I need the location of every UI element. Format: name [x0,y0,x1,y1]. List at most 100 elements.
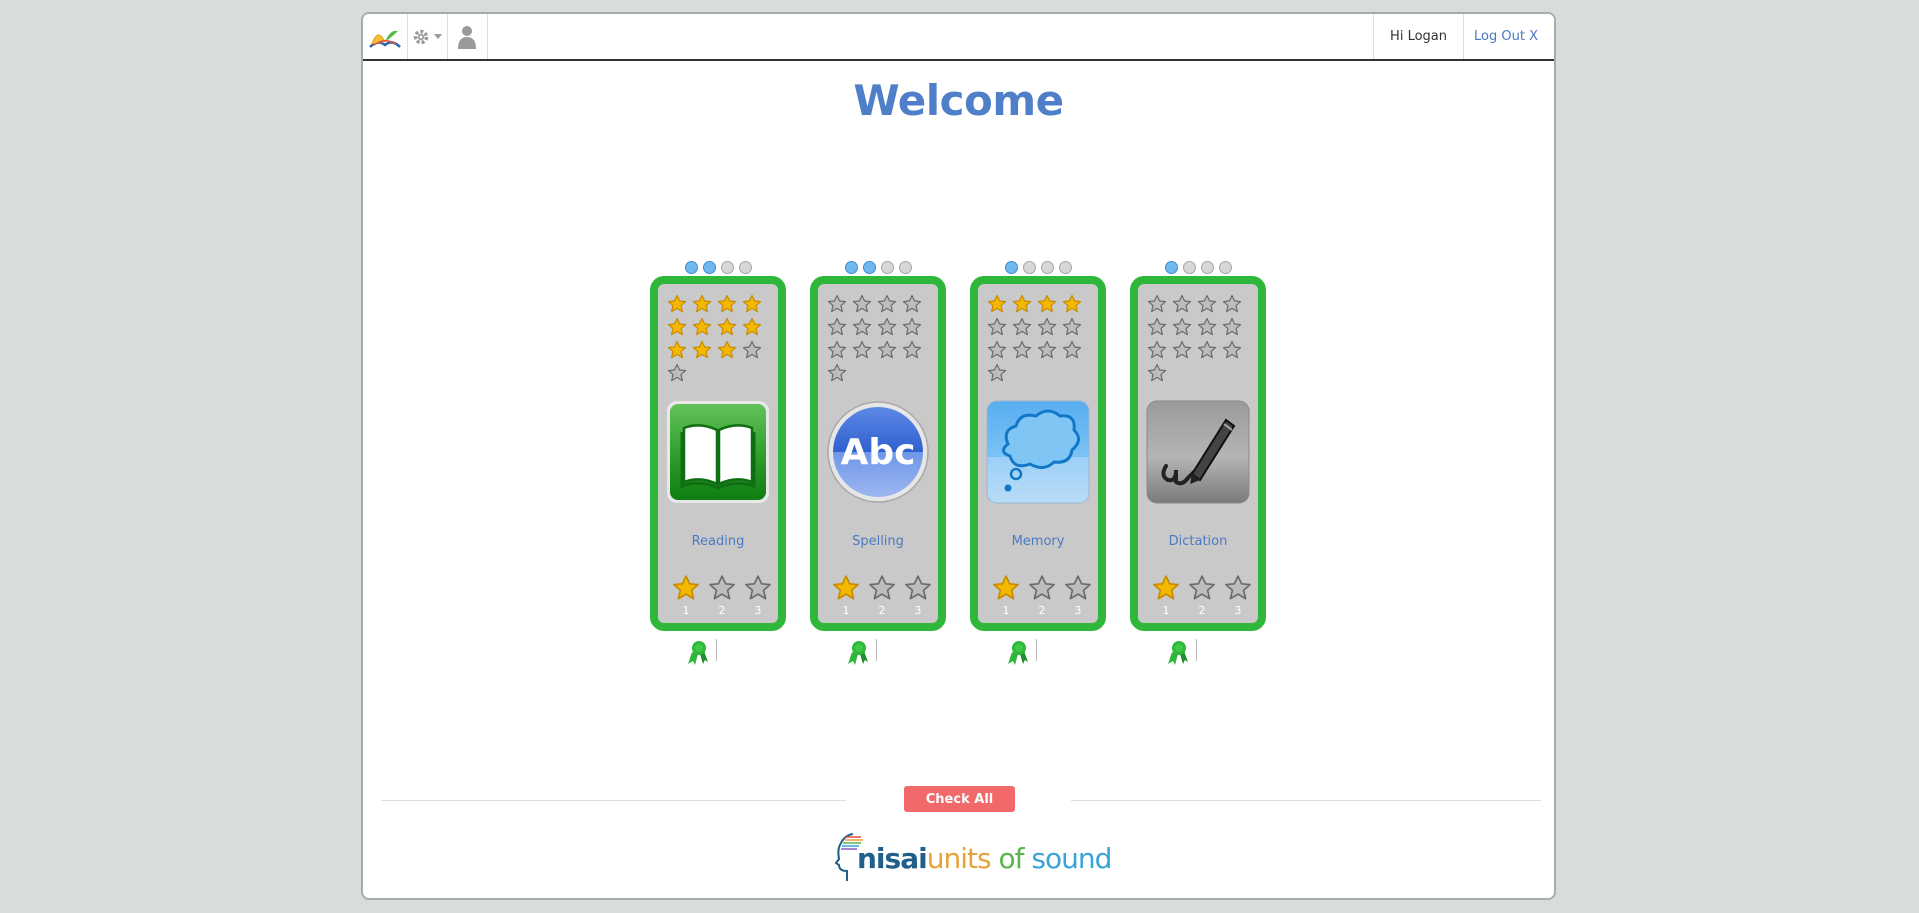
app-logo[interactable] [363,14,408,59]
level-stars: 1 2 3 [1150,574,1254,617]
level-star-empty-icon [745,575,771,600]
level-number: 2 [878,604,886,617]
level-star-empty-icon [1225,575,1251,600]
activity-card-reading[interactable]: Reading 1 2 3 [650,261,786,631]
top-bar: Hi Logan Log Out X [363,14,1554,61]
level-star-empty-icon [709,575,735,600]
level-1[interactable]: 1 [830,574,862,617]
level-1[interactable]: 1 [1150,574,1182,617]
check-all-button[interactable]: Check All [904,786,1015,812]
abc-icon: Abc [827,401,929,503]
activity-label[interactable]: Memory [978,534,1098,549]
star-empty-icon [1197,340,1217,359]
award-ribbon-icon [1168,641,1188,665]
star-filled-icon [1037,294,1057,313]
star-filled-icon [1012,294,1032,313]
book-icon [667,401,769,503]
level-2[interactable]: 2 [1186,574,1218,617]
star-filled-icon [742,317,762,336]
star-empty-icon [877,340,897,359]
award-badge[interactable] [1006,640,1028,666]
level-2[interactable]: 2 [1026,574,1058,617]
level-number: 1 [1162,604,1170,617]
level-3[interactable]: 3 [1222,574,1254,617]
star-empty-icon [877,317,897,336]
stars-grid [987,294,1097,383]
logout-link[interactable]: Log Out X [1458,14,1554,59]
progress-dot [880,261,894,274]
activity-icon[interactable] [1146,400,1250,504]
star-filled-icon [1062,294,1082,313]
level-star-filled-icon [673,575,699,600]
level-star-empty-icon [905,575,931,600]
award-badge[interactable] [1166,640,1188,666]
brand-units: units [926,842,992,875]
activity-label[interactable]: Spelling [818,534,938,549]
brand-logo: nisaiunits of sound [833,829,1112,884]
level-number: 1 [1002,604,1010,617]
progress-dot [1200,261,1214,274]
star-empty-icon [852,340,872,359]
activity-card-dictation[interactable]: Dictation 1 2 3 [1130,261,1266,631]
award-badge[interactable] [686,640,708,666]
star-filled-icon [717,317,737,336]
star-empty-icon [1172,317,1192,336]
level-number: 1 [682,604,690,617]
star-empty-icon [1197,294,1217,313]
level-1[interactable]: 1 [670,574,702,617]
activity-card-memory[interactable]: Memory 1 2 3 [970,261,1106,631]
star-filled-icon [717,294,737,313]
star-empty-icon [742,340,762,359]
stars-grid [1147,294,1257,383]
progress-dots [1138,261,1258,274]
star-empty-icon [1012,317,1032,336]
activity-label[interactable]: Reading [658,534,778,549]
level-number: 1 [842,604,850,617]
user-profile[interactable] [447,14,488,59]
star-empty-icon [1222,317,1242,336]
level-3[interactable]: 3 [742,574,774,617]
star-empty-icon [902,340,922,359]
progress-dot [1218,261,1232,274]
level-number: 3 [754,604,762,617]
star-empty-icon [827,294,847,313]
app-frame: Hi Logan Log Out X Welcome Reading 1 2 3 Abc… [361,12,1556,900]
award-separator [1036,639,1037,661]
award-separator [1196,639,1197,661]
level-star-filled-icon [993,575,1019,600]
award-badge[interactable] [846,640,868,666]
level-star-empty-icon [1029,575,1055,600]
award-ribbon-icon [1008,641,1028,665]
activity-icon[interactable]: Abc [826,400,930,504]
level-1[interactable]: 1 [990,574,1022,617]
star-empty-icon [852,294,872,313]
level-2[interactable]: 2 [706,574,738,617]
progress-dot [684,261,698,274]
level-star-empty-icon [1189,575,1215,600]
star-empty-icon [987,340,1007,359]
progress-dot [1182,261,1196,274]
star-empty-icon [987,363,1007,382]
star-empty-icon [667,363,687,382]
level-2[interactable]: 2 [866,574,898,617]
gear-icon [413,29,429,44]
star-empty-icon [987,317,1007,336]
star-filled-icon [692,340,712,359]
user-greeting: Hi Logan [1373,14,1464,59]
activity-label[interactable]: Dictation [1138,534,1258,549]
level-stars: 1 2 3 [830,574,934,617]
activity-icon[interactable] [986,400,1090,504]
star-empty-icon [1172,294,1192,313]
brand-sound: sound [1031,842,1112,875]
progress-dot [702,261,716,274]
level-3[interactable]: 3 [902,574,934,617]
user-icon [458,25,476,49]
star-empty-icon [827,363,847,382]
activity-icon[interactable] [666,400,770,504]
level-3[interactable]: 3 [1062,574,1094,617]
activity-card-spelling[interactable]: Abc Spelling 1 2 3 [810,261,946,631]
star-empty-icon [852,317,872,336]
settings-menu[interactable] [407,14,448,59]
star-filled-icon [667,294,687,313]
brand-of: of [998,842,1024,875]
